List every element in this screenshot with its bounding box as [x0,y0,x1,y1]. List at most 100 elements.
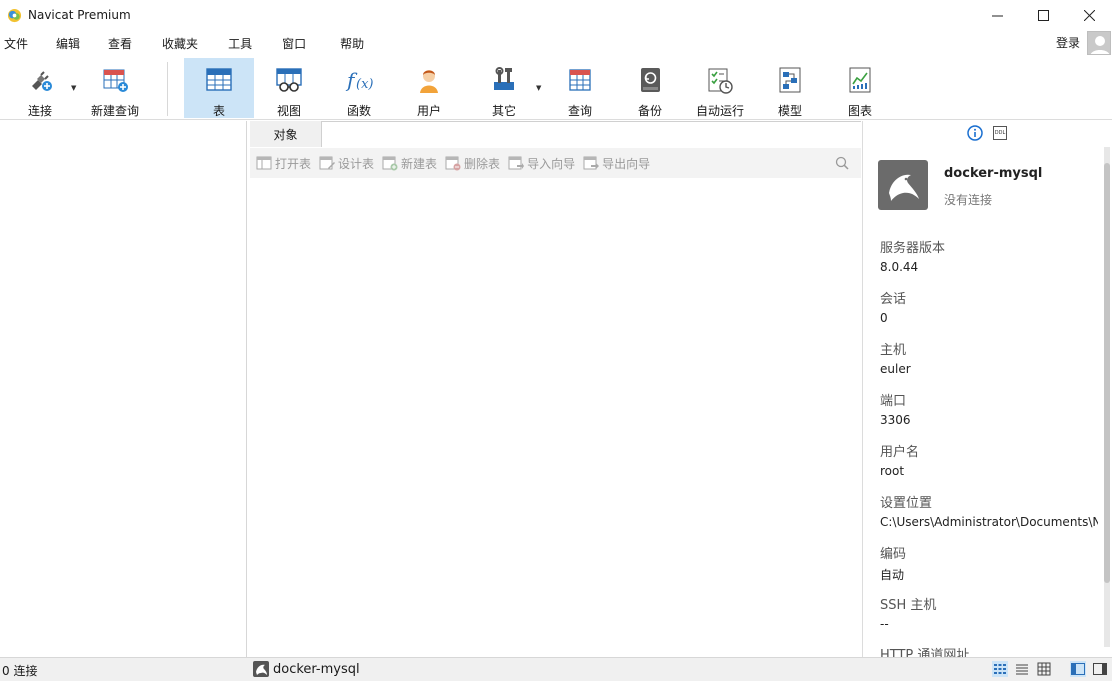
info-scrollbar[interactable] [1104,147,1110,647]
menu-edit[interactable]: 编辑 [52,35,104,52]
model-button[interactable]: 模型 [762,58,818,118]
function-label: 函数 [346,104,371,118]
design-table-icon [319,156,336,170]
current-connection: docker-mysql [253,661,360,677]
prop-value: euler [880,362,911,376]
prop-key: 会话 [880,292,907,307]
detail-view-icon[interactable] [1014,661,1030,677]
design-table-button[interactable]: 设计表 [319,155,374,172]
design-table-label: 设计表 [338,156,375,171]
export-wizard-button[interactable]: 导出向导 [583,155,650,172]
tab-strip: 对象 [250,121,861,147]
new-table-icon [382,156,398,171]
prop-value: 自动 [880,568,905,582]
export-wizard-icon [583,156,600,170]
grid-view-icon[interactable] [1036,661,1052,677]
prop-value: -- [880,617,889,631]
table-button[interactable]: 表 [184,58,254,118]
new-table-button[interactable]: 新建表 [382,155,437,172]
toggle-nav-pane-icon[interactable] [1070,661,1086,677]
prop-http-tunnel-url: HTTP 通道网址 [880,644,969,657]
prop-key: 编码 [880,547,907,562]
backup-button[interactable]: 备份 [622,58,678,118]
svg-text:(x): (x) [356,77,373,92]
connection-tree-panel[interactable] [0,121,247,657]
connection-count: 0 连接 [2,664,38,678]
menu-favorites[interactable]: 收藏夹 [158,35,224,52]
view-button[interactable]: 视图 [260,58,318,118]
tools-icon [494,67,514,90]
login-link[interactable]: 登录 [1056,34,1080,51]
navicat-logo-icon [7,8,22,22]
delete-table-label: 删除表 [464,156,501,171]
chart-button[interactable]: 图表 [832,58,888,118]
prop-key: 设置位置 [880,496,933,511]
info-panel: DDL docker-mysql 没有连接 服务器版本 8.0.44 会话 0 … [862,121,1112,657]
query-button[interactable]: 查询 [552,58,608,118]
mysql-dolphin-icon [878,160,928,210]
connect-dropdown-icon[interactable]: ▼ [71,84,76,92]
ddl-icon[interactable]: DDL [993,126,1007,140]
menu-help[interactable]: 帮助 [336,35,376,52]
prop-username: 用户名 root [880,441,919,478]
menu-tools[interactable]: 工具 [224,35,278,52]
menu-file[interactable]: 文件 [0,35,52,52]
prop-key: 用户名 [880,445,920,460]
import-wizard-label: 导入向导 [527,156,576,171]
close-button[interactable] [1066,0,1112,30]
prop-key: 主机 [880,343,907,358]
search-icon[interactable] [835,156,849,170]
prop-value: C:\Users\Administrator\Documents\N [880,515,1098,529]
delete-table-icon [445,156,461,171]
delete-table-button[interactable]: 删除表 [445,155,500,172]
prop-value: root [880,464,905,478]
avatar[interactable] [1087,31,1111,55]
prop-value: 3306 [880,413,911,427]
open-table-icon [256,156,272,170]
object-panel: 对象 打开表 设计表 新建表 删除表 导入向导 导出向导 [250,121,861,657]
close-icon [1083,9,1095,21]
backup-label: 备份 [637,104,662,118]
chart-label: 图表 [847,104,872,118]
new-query-icon [103,69,128,92]
prop-sessions: 会话 0 [880,288,906,325]
maximize-button[interactable] [1020,0,1066,30]
user-button[interactable]: 用户 [400,58,458,118]
mysql-small-icon [253,661,269,677]
new-query-button[interactable]: 新建查询 [86,58,144,118]
menu-window[interactable]: 窗口 [278,35,336,52]
prop-key: HTTP 通道网址 [880,648,970,657]
connect-button[interactable]: 连接 [14,58,66,118]
prop-value: 0 [880,311,888,325]
import-wizard-button[interactable]: 导入向导 [508,155,575,172]
query-icon [569,69,591,91]
other-dropdown-icon[interactable]: ▼ [536,84,541,92]
user-avatar-icon [1090,36,1110,54]
open-table-button[interactable]: 打开表 [256,155,311,172]
function-button[interactable]: f (x) 函数 [330,58,388,118]
user-icon [420,70,438,93]
plug-icon [32,71,52,91]
prop-ssh-host: SSH 主机 -- [880,594,936,631]
tab-objects[interactable]: 对象 [250,121,322,147]
main-toolbar: 连接 ▼ 新建查询 表 视图 f (x) 函数 用户 其它 ▼ 查询 备份 自动… [0,56,1112,120]
new-query-label: 新建查询 [90,104,139,118]
chart-icon [849,67,871,93]
info-icon[interactable] [967,125,983,141]
toggle-info-pane-icon[interactable] [1092,661,1108,677]
export-wizard-label: 导出向导 [602,156,651,171]
toolbar-separator [167,62,168,116]
prop-host: 主机 euler [880,339,911,376]
list-view-icon[interactable] [992,661,1008,677]
menu-view[interactable]: 查看 [104,35,158,52]
auto-run-button[interactable]: 自动运行 [692,58,748,118]
open-table-label: 打开表 [275,156,312,171]
prop-port: 端口 3306 [880,390,911,427]
scrollbar-thumb[interactable] [1104,163,1110,583]
maximize-icon [1037,9,1049,21]
other-button[interactable]: 其它 [476,58,532,118]
current-connection-name: docker-mysql [273,661,360,677]
connection-status: 没有连接 [944,193,993,207]
connect-label: 连接 [27,104,52,118]
minimize-button[interactable] [974,0,1020,30]
